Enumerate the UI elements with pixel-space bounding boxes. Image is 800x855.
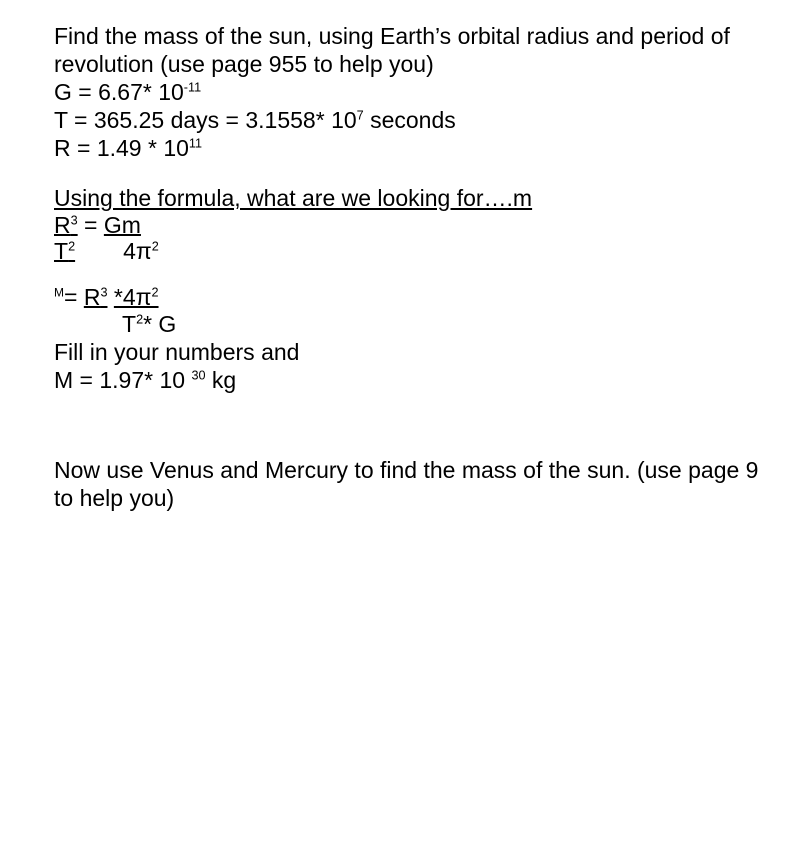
formula-mass-r-cubed: R3 (83, 284, 108, 310)
formula-mass-times-g: * G (143, 311, 177, 337)
given-g-exponent: -11 (183, 80, 202, 95)
formula-mass-equals-sign: = (64, 284, 78, 310)
formula-mass-label: M (54, 285, 64, 300)
formula-t-squared: T2 (54, 238, 76, 264)
spacer-before-closing (54, 394, 800, 456)
formula-mass-four-pi-squared: *4π2 (113, 284, 159, 310)
closing-line-1: Now use Venus and Mercury to find the ma… (54, 457, 759, 483)
formula-kepler-numerator-row: R3 = Gm (54, 212, 800, 238)
slide-text-body: Find the mass of the sun, using Earth’s … (54, 22, 800, 512)
intro-line-2: revolution (use page 955 to help you) (54, 51, 434, 77)
given-t-units: seconds (363, 107, 456, 133)
formula-four-pi-squared: 4π2 (123, 238, 159, 264)
formula-equals-sign: = (84, 212, 98, 238)
given-r-exponent: 11 (188, 136, 203, 151)
question-prompt: Using the formula, what are we looking f… (54, 184, 800, 212)
fill-in-instruction: Fill in your numbers and (54, 339, 300, 365)
given-r-text: R = 1.49 * 10 (54, 135, 189, 161)
answer-exponent: 30 (191, 368, 206, 383)
given-t-exponent: 7 (356, 108, 364, 123)
formula-kepler-denominator-row: T2 4π2 (54, 238, 800, 264)
given-t-text: T = 365.25 days = 3.1558* 10 (54, 107, 357, 133)
spacer-before-mass-formula (54, 264, 800, 284)
formula-mass-denominator-row: T2* G (54, 311, 800, 338)
closing-line-2: to help you) (54, 485, 175, 511)
question-prompt-text: Using the formula, what are we looking f… (54, 185, 533, 211)
intro-line-1: Find the mass of the sun, using Earth’s … (54, 23, 730, 49)
slide-canvas: Find the mass of the sun, using Earth’s … (0, 0, 800, 855)
formula-gm: Gm (103, 212, 141, 238)
answer-mass-value: M = 1.97* 10 30 kg (54, 366, 800, 394)
formula-r-cubed: R3 (54, 212, 78, 238)
given-gravitational-constant: G = 6.67* 10-11 (54, 78, 800, 106)
spacer-after-givens (54, 162, 800, 184)
given-period: T = 365.25 days = 3.1558* 107 seconds (54, 106, 800, 134)
formula-mass-t-squared: T2 (122, 311, 144, 337)
given-g-text: G = 6.67* 10 (54, 79, 184, 105)
answer-units: kg (205, 367, 237, 393)
given-radius: R = 1.49 * 1011 (54, 134, 800, 162)
formula-mass-numerator-row: M= R3 *4π2 (54, 284, 800, 311)
answer-prefix: M = 1.97* 10 (54, 367, 192, 393)
